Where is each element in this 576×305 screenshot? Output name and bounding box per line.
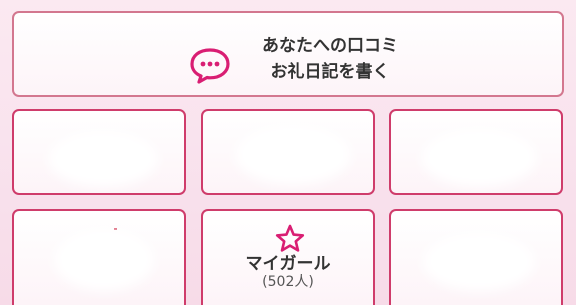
- review-button-text: あなたへの口コミ お礼日記を書く: [250, 33, 410, 85]
- mygirl-button[interactable]: マイガール (502人): [201, 209, 375, 305]
- review-diary-button[interactable]: あなたへの口コミ お礼日記を書く: [12, 11, 564, 97]
- blurred-content: [54, 229, 154, 291]
- chat-bubble-icon: [190, 48, 230, 84]
- menu-tile[interactable]: [389, 209, 563, 305]
- mygirl-label: マイガール: [245, 254, 331, 274]
- menu-tile[interactable]: [12, 209, 186, 305]
- mygirl-count: (502人): [262, 274, 314, 290]
- blurred-content: [48, 131, 158, 187]
- blurred-content: [423, 233, 535, 291]
- blurred-content: [235, 125, 351, 185]
- review-button-line1: あなたへの口コミ: [262, 36, 398, 56]
- review-button-line2: お礼日記を書く: [270, 62, 390, 82]
- menu-tile[interactable]: [389, 109, 563, 195]
- star-icon: [275, 224, 305, 252]
- menu-tile[interactable]: [12, 109, 186, 195]
- menu-tile[interactable]: [201, 109, 375, 195]
- blurred-content: [421, 129, 537, 187]
